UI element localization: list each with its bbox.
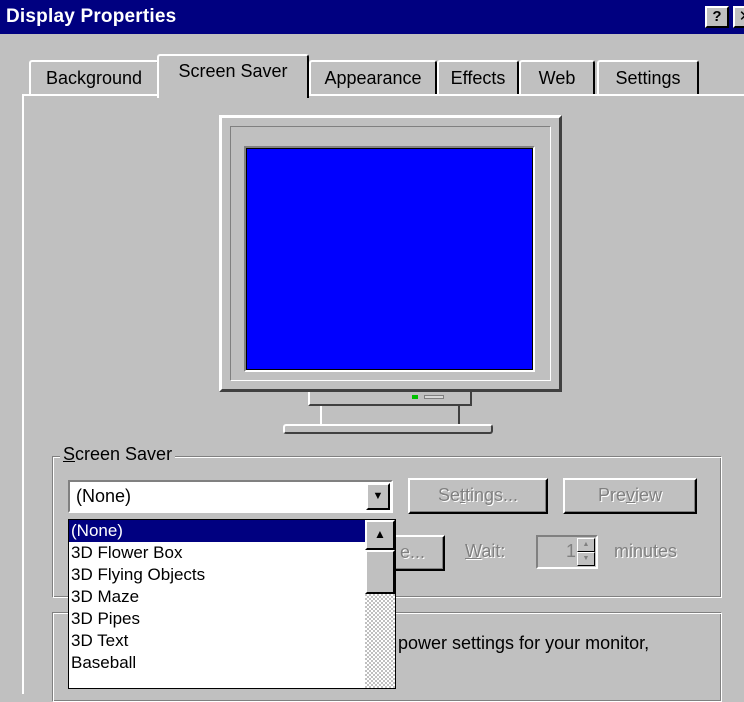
wait-label: Wait: (465, 541, 506, 561)
spin-down-icon[interactable]: ▼ (577, 552, 595, 566)
dropdown-arrow-button[interactable]: ▼ (366, 483, 390, 510)
screen-preview-area (246, 148, 533, 370)
monitor-base (283, 424, 493, 434)
screen-saver-dropdown-list[interactable]: (None) 3D Flower Box 3D Flying Objects 3… (68, 519, 396, 689)
minutes-label: minutes (614, 541, 678, 561)
monitor-screen (244, 146, 535, 372)
tab-settings[interactable]: Settings (597, 60, 699, 96)
tab-appearance[interactable]: Appearance (309, 60, 437, 96)
preview-button[interactable]: Preview (563, 478, 697, 514)
title-bar: Display Properties ? ✕ (0, 0, 744, 34)
settings-button[interactable]: Settings... (408, 478, 548, 514)
wait-minutes-stepper[interactable]: 1 ▲ ▼ (536, 535, 598, 569)
dropdown-items: (None) 3D Flower Box 3D Flying Objects 3… (69, 520, 365, 674)
list-item[interactable]: Baseball (69, 652, 365, 674)
window-title: Display Properties (6, 6, 177, 27)
wait-minutes-value: 1 (565, 541, 576, 561)
tab-screen-saver[interactable]: Screen Saver (157, 54, 309, 98)
help-button[interactable]: ? (705, 6, 729, 28)
power-button-icon (424, 395, 444, 399)
screen-saver-select-value: (None) (76, 486, 132, 506)
tab-web[interactable]: Web (519, 60, 595, 96)
list-item[interactable]: 3D Flower Box (69, 542, 365, 564)
dropdown-scrollbar[interactable]: ▲ (365, 520, 395, 688)
screen-saver-select[interactable]: (None) ▼ (68, 480, 393, 513)
list-item[interactable]: 3D Flying Objects (69, 564, 365, 586)
list-item[interactable]: 3D Maze (69, 586, 365, 608)
tab-background[interactable]: Background (29, 60, 159, 96)
spin-up-icon[interactable]: ▲ (577, 538, 595, 552)
chevron-down-icon: ▼ (372, 490, 384, 502)
monitor-preview (219, 115, 562, 392)
monitor-stand (320, 406, 460, 424)
energy-saving-description: power settings for your monitor, (398, 633, 650, 653)
close-button[interactable]: ✕ (733, 6, 744, 28)
power-led-icon (412, 395, 418, 399)
scroll-thumb[interactable] (365, 550, 395, 594)
list-item[interactable]: (None) (69, 520, 365, 542)
list-item[interactable]: 3D Pipes (69, 608, 365, 630)
scroll-up-button[interactable]: ▲ (365, 520, 395, 550)
tab-effects[interactable]: Effects (437, 60, 519, 96)
list-item[interactable]: 3D Text (69, 630, 365, 652)
screen-saver-group-label: Screen Saver (60, 444, 176, 465)
monitor-neck (308, 392, 472, 406)
chevron-up-icon: ▲ (374, 527, 386, 541)
